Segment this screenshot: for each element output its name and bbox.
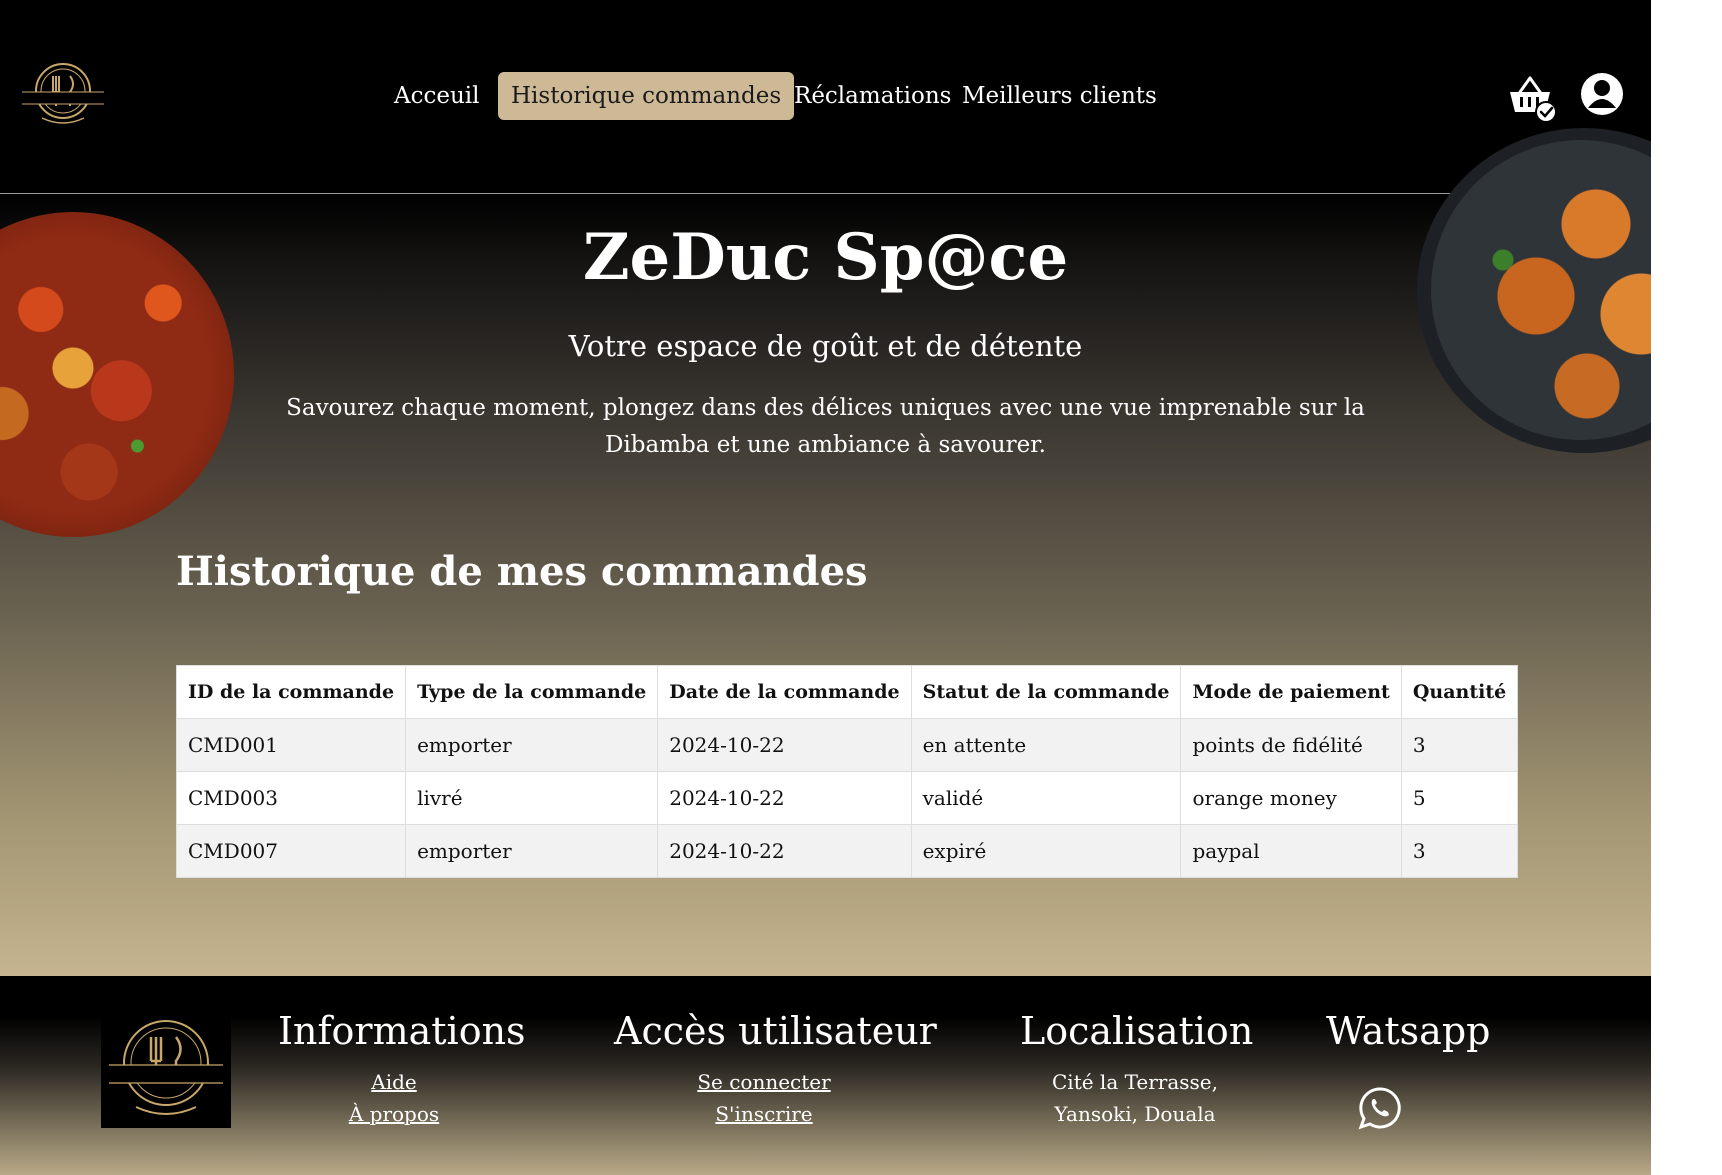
header: Acceuil Historique commandes Réclamation… (0, 0, 1651, 194)
footer-localisation-title: Localisation (1020, 1009, 1254, 1053)
page: Acceuil Historique commandes Réclamation… (0, 0, 1651, 1175)
column-header: Quantité (1400, 665, 1519, 719)
footer-watsapp: Watsapp (1326, 1006, 1491, 1130)
cart-check-icon (1510, 76, 1557, 123)
about-link[interactable]: À propos (278, 1098, 510, 1130)
profile-button[interactable] (1580, 72, 1628, 120)
orders-table: ID de la commande Type de la commande Da… (175, 665, 1519, 878)
footer-acces-utilisateur: Accès utilisateur Se connecter S'inscrir… (614, 1006, 937, 1130)
column-header: Mode de paiement (1180, 665, 1402, 719)
nav-item-historique-commandes[interactable]: Historique commandes (498, 72, 795, 120)
order-date-cell: 2024-10-22 (657, 824, 912, 878)
nav-item-meilleurs-clients[interactable]: Meilleurs clients (962, 72, 1157, 120)
whatsapp-button[interactable] (1358, 1086, 1402, 1130)
order-id-cell: CMD007 (175, 824, 407, 878)
order-status-cell: validé (910, 771, 1182, 825)
column-header: ID de la commande (175, 665, 407, 719)
signup-link[interactable]: S'inscrire (614, 1098, 914, 1130)
table-row: CMD003 livré 2024-10-22 validé orange mo… (175, 771, 1519, 825)
footer-informations: Informations Aide À propos (278, 1006, 526, 1130)
nav-item-acceuil[interactable]: Acceuil (394, 72, 480, 120)
hero-description: Savourez chaque moment, plongez dans des… (286, 395, 1365, 458)
quantity-cell: 3 (1400, 718, 1519, 772)
logo-emblem-icon (109, 1020, 223, 1115)
hero-subtitle: Votre espace de goût et de détente (568, 329, 1083, 363)
whatsapp-icon (1358, 1087, 1401, 1130)
order-type-cell: emporter (405, 718, 659, 772)
footer-acces-title: Accès utilisateur (614, 1009, 937, 1053)
footer-localisation: Localisation Cité la Terrasse, Yansoki, … (1020, 1006, 1254, 1130)
footer-watsapp-title: Watsapp (1326, 1009, 1491, 1053)
order-status-cell: expiré (910, 824, 1182, 878)
footer-informations-title: Informations (278, 1009, 526, 1053)
payment-mode-cell: points de fidélité (1180, 718, 1402, 772)
column-header: Date de la commande (657, 665, 912, 719)
order-date-cell: 2024-10-22 (657, 771, 912, 825)
table-header-row: ID de la commande Type de la commande Da… (175, 665, 1519, 719)
user-profile-icon (1581, 73, 1623, 115)
column-header: Statut de la commande (910, 665, 1182, 719)
main-nav: Acceuil Historique commandes Réclamation… (0, 72, 1651, 122)
help-link[interactable]: Aide (278, 1066, 510, 1098)
order-id-cell: CMD003 (175, 771, 407, 825)
cart-button[interactable] (1506, 72, 1557, 123)
table-row: CMD007 emporter 2024-10-22 expiré paypal… (175, 824, 1519, 878)
order-date-cell: 2024-10-22 (657, 718, 912, 772)
column-header: Type de la commande (405, 665, 659, 719)
order-type-cell: emporter (405, 824, 659, 878)
login-link[interactable]: Se connecter (614, 1066, 914, 1098)
hero-title: ZeDuc Sp@ce (582, 220, 1069, 295)
quantity-cell: 3 (1400, 824, 1519, 878)
orders-section-title: Historique de mes commandes (176, 548, 868, 595)
footer: Informations Aide À propos Accès utilisa… (0, 976, 1651, 1175)
footer-logo[interactable] (101, 1007, 231, 1128)
address-line: Cité la Terrasse, (1052, 1070, 1218, 1094)
order-type-cell: livré (405, 771, 659, 825)
payment-mode-cell: paypal (1180, 824, 1402, 878)
address-line: Yansoki, Douala (1054, 1102, 1216, 1126)
quantity-cell: 5 (1400, 771, 1519, 825)
order-id-cell: CMD001 (175, 718, 407, 772)
table-row: CMD001 emporter 2024-10-22 en attente po… (175, 718, 1519, 772)
order-status-cell: en attente (910, 718, 1182, 772)
payment-mode-cell: orange money (1180, 771, 1402, 825)
nav-item-reclamations[interactable]: Réclamations (794, 72, 951, 120)
